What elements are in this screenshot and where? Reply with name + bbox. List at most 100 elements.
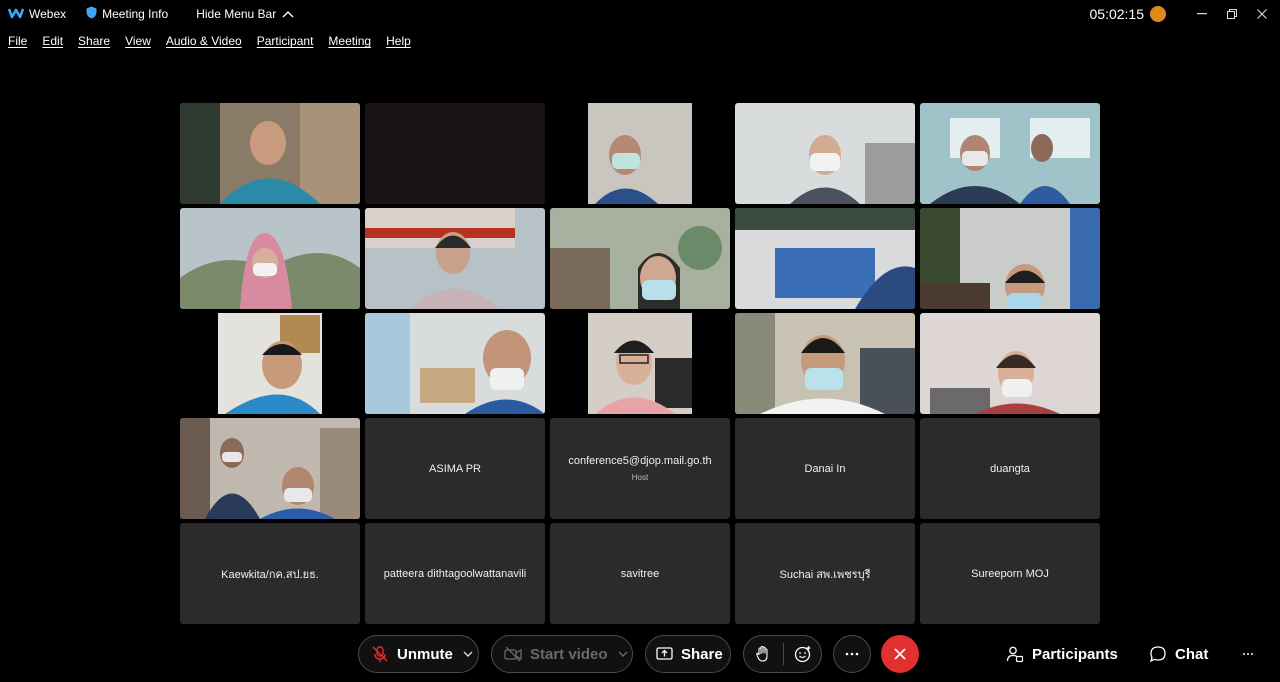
chevron-down-icon[interactable] [618, 651, 628, 657]
meeting-info-label: Meeting Info [102, 7, 169, 21]
participant-name-tile[interactable]: patteera dithtagoolwattanavili [365, 523, 545, 624]
meeting-toolbar: Unmute Start video Share Participants Ch… [0, 634, 1280, 674]
chevron-down-icon[interactable] [463, 651, 473, 657]
hide-menu-bar-button[interactable]: Hide Menu Bar [196, 7, 294, 21]
participant-video-tile[interactable] [365, 313, 545, 414]
share-button[interactable]: Share [645, 635, 731, 673]
microphone-muted-icon [371, 645, 389, 663]
more-options-button[interactable] [833, 635, 871, 673]
menu-edit[interactable]: Edit [42, 34, 63, 48]
hand-reactions-group [743, 635, 822, 673]
participant-video-tile[interactable] [920, 313, 1100, 414]
leave-meeting-button[interactable] [881, 635, 919, 673]
start-video-button[interactable]: Start video [491, 635, 633, 673]
participant-video [920, 208, 1100, 309]
chat-panel-button[interactable]: Chat [1149, 634, 1208, 674]
menu-bar: File Edit Share View Audio & Video Parti… [0, 30, 418, 52]
meeting-info-button[interactable]: Meeting Info [86, 6, 168, 22]
participant-video-tile[interactable] [550, 208, 730, 309]
participant-video [550, 208, 730, 309]
participant-video [180, 103, 360, 204]
participant-video-tile[interactable] [550, 313, 730, 414]
unmute-button[interactable]: Unmute [358, 635, 479, 673]
menu-audio-video[interactable]: Audio & Video [166, 34, 242, 48]
participant-name: Kaewkita/กค.สป.ยธ. [221, 568, 319, 581]
participant-name: patteera dithtagoolwattanavili [383, 567, 527, 580]
participant-video-tile[interactable] [180, 103, 360, 204]
participants-panel-button[interactable]: Participants [1006, 634, 1118, 674]
chat-bubble-icon [1149, 646, 1166, 663]
participant-name-tile[interactable]: Kaewkita/กค.สป.ยธ. [180, 523, 360, 624]
share-label: Share [681, 645, 723, 663]
participant-video-tile[interactable] [735, 103, 915, 204]
participant-video-tile[interactable] [365, 208, 545, 309]
participant-name-tile[interactable]: Danai In [735, 418, 915, 519]
chevron-up-icon [282, 7, 294, 21]
more-dots-icon [845, 652, 859, 656]
meeting-clock: 05:02:15 [1089, 6, 1145, 22]
participant-name: ASIMA PR [429, 462, 481, 475]
reactions-icon[interactable] [794, 645, 812, 663]
close-icon [894, 648, 906, 660]
menu-share[interactable]: Share [78, 34, 110, 48]
participant-video [180, 313, 360, 414]
webex-app-menu[interactable]: Webex [7, 7, 67, 22]
video-off-icon [504, 646, 522, 662]
hide-menu-bar-label: Hide Menu Bar [196, 7, 277, 21]
raise-hand-icon[interactable] [755, 645, 771, 663]
unmute-label: Unmute [397, 645, 453, 663]
start-video-label: Start video [530, 645, 608, 663]
restore-button[interactable] [1218, 0, 1246, 28]
participant-video [735, 208, 915, 309]
participant-name: conference5@djop.mail.go.th [568, 455, 712, 467]
menu-meeting[interactable]: Meeting [328, 34, 371, 48]
share-screen-icon [656, 646, 673, 662]
participant-video [550, 313, 730, 414]
participant-video [735, 103, 915, 204]
participant-name: savitree [620, 567, 660, 580]
minimize-button[interactable] [1188, 0, 1216, 28]
app-name: Webex [29, 7, 67, 21]
participant-video [735, 313, 915, 414]
menu-file[interactable]: File [8, 34, 27, 48]
participant-video-tile[interactable] [735, 313, 915, 414]
chat-label: Chat [1175, 645, 1209, 663]
participant-name-tile[interactable]: ASIMA PR [365, 418, 545, 519]
participant-name-tile[interactable]: Suchai สพ.เพชรบุรี [735, 523, 915, 624]
participant-video-tile[interactable] [180, 313, 360, 414]
participants-icon [1006, 646, 1024, 663]
menu-view[interactable]: View [125, 34, 151, 48]
title-bar: Webex Meeting Info Hide Menu Bar 05:02:1… [0, 0, 1280, 28]
participant-video-tile[interactable] [365, 103, 545, 204]
participant-video-tile[interactable] [550, 103, 730, 204]
participant-video-tile[interactable] [920, 103, 1100, 204]
participant-name: Danai In [804, 462, 846, 475]
participants-label: Participants [1032, 645, 1118, 663]
participant-video [180, 208, 360, 309]
participant-name-tile[interactable]: Sureeporn MOJ [920, 523, 1100, 624]
participant-video [365, 208, 545, 309]
menu-help[interactable]: Help [386, 34, 411, 48]
restore-icon [1227, 9, 1237, 19]
participant-video-tile[interactable] [735, 208, 915, 309]
participant-name: duangta [990, 462, 1030, 475]
participant-video [550, 103, 730, 204]
participant-video [920, 103, 1100, 204]
close-window-button[interactable] [1248, 0, 1276, 28]
participant-video-tile[interactable] [920, 208, 1100, 309]
close-icon [1257, 9, 1267, 19]
participant-name-tile[interactable]: duangta [920, 418, 1100, 519]
minimize-icon [1197, 13, 1207, 15]
network-status-icon[interactable] [1150, 6, 1166, 22]
participant-video [365, 103, 545, 204]
participant-video-tile[interactable] [180, 418, 360, 519]
participant-name-tile[interactable]: conference5@djop.mail.go.th Host [550, 418, 730, 519]
participant-name-tile[interactable]: savitree [550, 523, 730, 624]
participant-name: Sureeporn MOJ [971, 567, 1049, 580]
menu-participant[interactable]: Participant [257, 34, 314, 48]
panel-options-button[interactable] [1242, 634, 1254, 674]
participant-video [365, 313, 545, 414]
host-label: Host [631, 473, 649, 482]
participant-video-tile[interactable] [180, 208, 360, 309]
participant-video [920, 313, 1100, 414]
